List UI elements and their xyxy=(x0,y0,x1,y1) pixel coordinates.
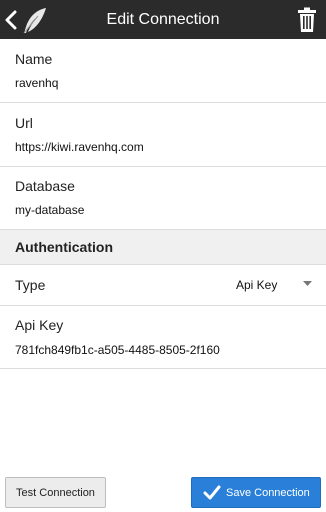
name-label: Name xyxy=(15,51,53,67)
test-connection-label: Test Connection xyxy=(16,486,95,499)
trash-icon xyxy=(298,7,316,32)
url-value[interactable]: https://kiwi.ravenhq.com xyxy=(15,140,144,154)
feather-icon xyxy=(23,7,46,33)
save-connection-button[interactable]: Save Connection xyxy=(191,477,321,508)
api-key-value[interactable]: 781fch849fb1c-a505-4485-8505-2f160 xyxy=(15,343,220,357)
test-connection-button[interactable]: Test Connection xyxy=(5,477,106,508)
checkmark-icon xyxy=(203,485,221,499)
url-field-row[interactable]: Url https://kiwi.ravenhq.com xyxy=(0,103,326,167)
auth-type-selected-value: Api Key xyxy=(236,278,278,292)
back-button[interactable] xyxy=(0,0,50,39)
name-value[interactable]: ravenhq xyxy=(15,76,58,90)
name-field-row[interactable]: Name ravenhq xyxy=(0,39,326,103)
auth-type-dropdown[interactable]: Api Key xyxy=(200,265,326,305)
database-value[interactable]: my-database xyxy=(15,203,84,217)
url-label: Url xyxy=(15,115,33,131)
api-key-label: Api Key xyxy=(15,317,64,333)
authentication-section-header: Authentication xyxy=(0,230,326,265)
chevron-left-icon xyxy=(5,10,17,29)
section-title: Authentication xyxy=(15,239,113,255)
api-key-field-row[interactable]: Api Key 781fch849fb1c-a505-4485-8505-2f1… xyxy=(0,306,326,369)
bottom-button-bar: Test Connection Save Connection xyxy=(0,470,326,512)
action-bar: Edit Connection xyxy=(0,0,326,39)
dropdown-arrow-icon xyxy=(303,281,312,286)
database-field-row[interactable]: Database my-database xyxy=(0,167,326,230)
save-connection-label: Save Connection xyxy=(226,486,310,499)
edit-connection-screen: Edit Connection Name ravenhq Url https:/… xyxy=(0,0,326,512)
type-field-row: Type Api Key xyxy=(0,265,326,306)
delete-button[interactable] xyxy=(294,5,320,35)
type-label: Type xyxy=(15,277,46,293)
database-label: Database xyxy=(15,178,75,194)
